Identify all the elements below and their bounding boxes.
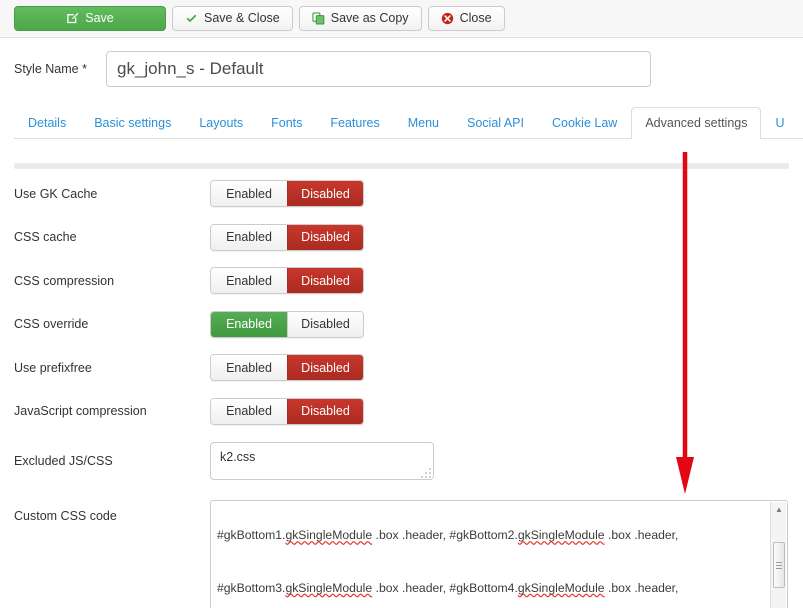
check-icon bbox=[185, 12, 198, 25]
tab-layouts[interactable]: Layouts bbox=[185, 107, 257, 139]
tab-features[interactable]: Features bbox=[316, 107, 393, 139]
toggle-css-override[interactable]: Enabled Disabled bbox=[210, 310, 364, 338]
custom-css-scrollbar[interactable]: ▲ ▼ bbox=[770, 502, 786, 608]
setting-row-css-override: CSS override Enabled Disabled bbox=[0, 303, 803, 347]
tab-advanced-settings[interactable]: Advanced settings bbox=[631, 107, 762, 139]
required-marker: * bbox=[82, 62, 87, 76]
setting-row-css-compression: CSS compression Enabled Disabled bbox=[0, 259, 803, 303]
toggle-use-prefixfree[interactable]: Enabled Disabled bbox=[210, 354, 364, 382]
label-custom-css-code: Custom CSS code bbox=[14, 509, 117, 523]
setting-row-custom-css-code: Custom CSS code #gkBottom1.gkSingleModul… bbox=[0, 489, 803, 608]
tab-cookie-law[interactable]: Cookie Law bbox=[538, 107, 631, 139]
excluded-js-css-textarea[interactable]: k2.css bbox=[210, 442, 434, 480]
setting-row-excluded-js-css: Excluded JS/CSS k2.css bbox=[0, 433, 803, 489]
copy-icon bbox=[312, 12, 325, 25]
style-name-row: Style Name * bbox=[0, 38, 803, 100]
setting-row-css-cache: CSS cache Enabled Disabled bbox=[0, 216, 803, 260]
save-and-close-label: Save & Close bbox=[204, 11, 280, 26]
toggle-css-cache-disabled[interactable]: Disabled bbox=[287, 224, 363, 250]
editor-toolbar: Save Save & Close Save as Copy Close bbox=[0, 0, 803, 38]
toggle-javascript-compression-enabled[interactable]: Enabled bbox=[211, 398, 287, 424]
toggle-use-gk-cache-enabled[interactable]: Enabled bbox=[211, 181, 287, 207]
css-line: #gkBottom1.gkSingleModule .box .header, … bbox=[217, 528, 679, 543]
section-divider bbox=[14, 163, 789, 169]
style-name-label-text: Style Name bbox=[14, 62, 79, 76]
toggle-use-gk-cache-disabled[interactable]: Disabled bbox=[287, 181, 363, 207]
toggle-css-compression-disabled[interactable]: Disabled bbox=[287, 268, 363, 294]
tab-menu[interactable]: Menu bbox=[394, 107, 453, 139]
close-button[interactable]: Close bbox=[427, 6, 505, 31]
setting-row-javascript-compression: JavaScript compression Enabled Disabled bbox=[0, 390, 803, 434]
toggle-css-override-enabled[interactable]: Enabled bbox=[211, 311, 287, 337]
label-css-compression: CSS compression bbox=[14, 273, 115, 288]
custom-css-code-textarea[interactable]: #gkBottom1.gkSingleModule .box .header, … bbox=[210, 500, 788, 608]
setting-row-use-prefixfree: Use prefixfree Enabled Disabled bbox=[0, 346, 803, 390]
tab-social-api[interactable]: Social API bbox=[453, 107, 538, 139]
save-as-copy-label: Save as Copy bbox=[330, 11, 409, 26]
toggle-javascript-compression-disabled[interactable]: Disabled bbox=[287, 398, 363, 424]
save-button-label: Save bbox=[85, 11, 114, 26]
tab-fonts[interactable]: Fonts bbox=[257, 107, 316, 139]
label-javascript-compression: JavaScript compression bbox=[14, 404, 147, 419]
toggle-use-gk-cache[interactable]: Enabled Disabled bbox=[210, 180, 364, 208]
close-circle-icon bbox=[441, 12, 454, 25]
edit-pencil-icon bbox=[66, 12, 79, 25]
label-use-gk-cache: Use GK Cache bbox=[14, 186, 98, 201]
resize-grip-icon[interactable] bbox=[419, 466, 431, 478]
custom-css-code-content: #gkBottom1.gkSingleModule .box .header, … bbox=[217, 501, 765, 608]
style-name-label: Style Name * bbox=[14, 62, 90, 76]
style-name-input[interactable] bbox=[106, 51, 651, 87]
tab-overflow[interactable]: U bbox=[761, 107, 798, 139]
toggle-css-cache-enabled[interactable]: Enabled bbox=[211, 224, 287, 250]
label-css-override: CSS override bbox=[14, 317, 89, 332]
css-line: #gkBottom3.gkSingleModule .box .header, … bbox=[217, 580, 679, 595]
toggle-css-compression[interactable]: Enabled Disabled bbox=[210, 267, 364, 295]
tab-basic-settings[interactable]: Basic settings bbox=[80, 107, 185, 139]
toggle-css-override-disabled[interactable]: Disabled bbox=[287, 311, 363, 337]
style-editor-page: Save Save & Close Save as Copy Close Sty… bbox=[0, 0, 803, 608]
advanced-settings-form: Use GK Cache Enabled Disabled CSS cache … bbox=[0, 172, 803, 608]
scroll-up-arrow-icon[interactable]: ▲ bbox=[771, 502, 787, 517]
save-and-close-button[interactable]: Save & Close bbox=[172, 6, 293, 31]
toggle-use-prefixfree-enabled[interactable]: Enabled bbox=[211, 355, 287, 381]
toggle-css-compression-enabled[interactable]: Enabled bbox=[211, 268, 287, 294]
label-excluded-js-css: Excluded JS/CSS bbox=[14, 454, 113, 468]
scrollbar-thumb[interactable] bbox=[773, 542, 785, 588]
toggle-javascript-compression[interactable]: Enabled Disabled bbox=[210, 397, 364, 425]
label-css-cache: CSS cache bbox=[14, 230, 77, 245]
settings-tabs: Details Basic settings Layouts Fonts Fea… bbox=[14, 103, 803, 139]
save-as-copy-button[interactable]: Save as Copy bbox=[298, 6, 422, 31]
label-use-prefixfree: Use prefixfree bbox=[14, 360, 92, 375]
toggle-use-prefixfree-disabled[interactable]: Disabled bbox=[287, 355, 363, 381]
toggle-css-cache[interactable]: Enabled Disabled bbox=[210, 223, 364, 251]
close-button-label: Close bbox=[459, 11, 492, 26]
excluded-js-css-value: k2.css bbox=[220, 450, 256, 464]
save-button[interactable]: Save bbox=[14, 6, 166, 31]
tab-details[interactable]: Details bbox=[14, 107, 80, 139]
setting-row-use-gk-cache: Use GK Cache Enabled Disabled bbox=[0, 172, 803, 216]
